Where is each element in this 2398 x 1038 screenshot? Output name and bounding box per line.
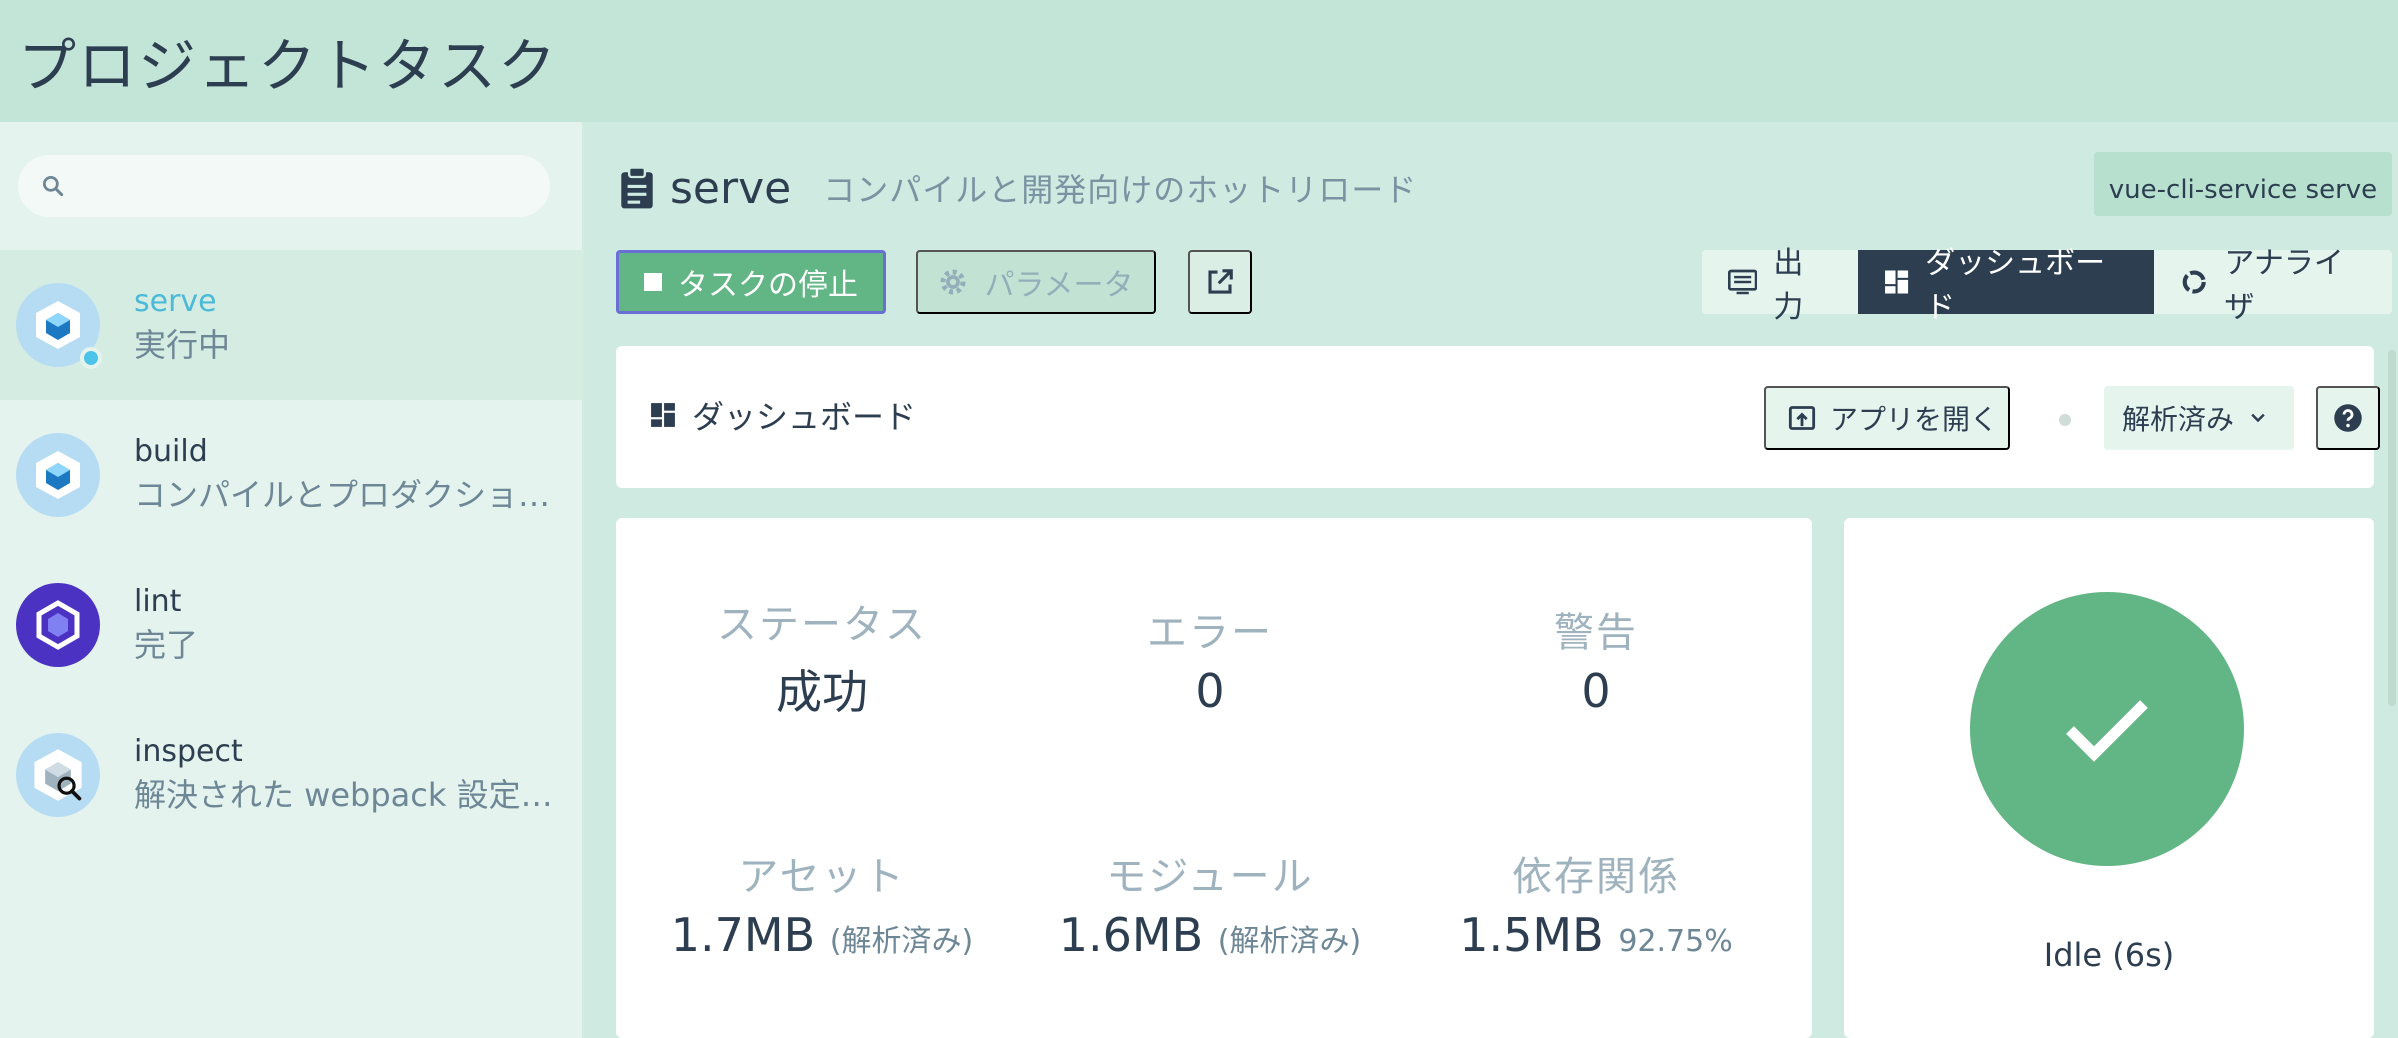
stop-icon	[644, 273, 662, 291]
task-description: 実行中	[134, 326, 231, 364]
stat-label: ステータス	[717, 602, 927, 648]
tab-output[interactable]: 出力	[1702, 246, 1858, 325]
tab-dashboard[interactable]: ダッシュボード	[1858, 246, 2154, 325]
task-name: lint	[134, 584, 182, 619]
stat-sub: (解析済み)	[1217, 924, 1362, 959]
stat-label: モジュール	[1106, 854, 1314, 900]
task-detail: serve コンパイルと開発向けのホットリロード vue-cli-service…	[586, 122, 2398, 1038]
task-description: コンパイルとプロダクション向けの最小化	[134, 476, 564, 514]
task-name: inspect	[134, 734, 243, 769]
stat-modules: モジュール 1.6MB (解析済み)	[1000, 844, 1420, 962]
inspect-icon	[16, 733, 100, 817]
task-list: serve 実行中 build コンパイルとプロダクション向けの最小化	[0, 250, 582, 850]
webpack-icon	[16, 433, 100, 517]
status-card: Idle (6s)	[1844, 518, 2374, 1038]
stop-task-button[interactable]: タスクの停止	[616, 250, 886, 314]
scrollbar[interactable]	[2388, 350, 2396, 706]
task-subtitle: コンパイルと開発向けのホットリロード	[823, 171, 1418, 209]
stat-value: 0	[1581, 664, 1611, 718]
open-external-button[interactable]	[1188, 250, 1252, 314]
build-stats-card: ステータス 成功 エラー 0 警告 0 アセット 1.7MB (解析済み) モジ…	[616, 518, 1812, 1038]
running-indicator	[80, 347, 102, 369]
stat-label: 依存関係	[1512, 854, 1680, 900]
tab-analyzer-label: アナライザ	[2224, 246, 2344, 325]
webpack-icon	[16, 283, 102, 369]
stop-task-label: タスクの停止	[678, 268, 858, 303]
stat-value: 1.7MB	[670, 908, 816, 962]
page-title: プロジェクトタスク	[18, 32, 559, 100]
dashboard-icon	[1885, 270, 1909, 294]
eslint-icon	[16, 583, 100, 667]
task-item-lint[interactable]: lint 完了	[0, 550, 582, 700]
view-switcher: 出力 ダッシュボード アナライザ	[1702, 246, 2392, 325]
search-icon	[42, 175, 64, 197]
task-description: 完了	[134, 626, 199, 664]
gear-icon	[940, 269, 966, 295]
stat-value: 0	[1195, 664, 1225, 718]
mode-select[interactable]: 解析済み	[2104, 386, 2294, 450]
sidebar: serve 実行中 build コンパイルとプロダクション向けの最小化	[0, 122, 584, 1038]
search-box[interactable]	[18, 155, 550, 217]
search-input[interactable]	[80, 155, 550, 217]
open-app-button[interactable]: アプリを開く	[1764, 386, 2010, 450]
tab-dashboard-label: ダッシュボード	[1925, 246, 2106, 325]
mode-select-value: 解析済み	[2122, 403, 2235, 436]
external-link-icon	[1208, 269, 1233, 294]
terminal-icon	[1728, 269, 1758, 295]
stat-errors: エラー 0	[1030, 600, 1390, 718]
help-icon	[2334, 404, 2362, 432]
open-in-browser-icon	[1788, 406, 1816, 430]
task-name: serve	[134, 284, 217, 319]
stat-label: 警告	[1554, 610, 1638, 656]
dashboard-heading: ダッシュボード	[650, 392, 916, 438]
chevron-down-icon	[2251, 413, 2265, 423]
stat-label: アセット	[738, 854, 906, 900]
task-item-inspect[interactable]: inspect 解決された webpack 設定の確認	[0, 700, 582, 850]
task-title: serve	[670, 162, 792, 214]
stat-sub: (解析済み)	[829, 924, 974, 959]
open-app-label: アプリを開く	[1830, 404, 1999, 435]
stat-value: 1.6MB	[1058, 908, 1204, 962]
stat-assets: アセット 1.7MB (解析済み)	[612, 844, 1032, 962]
command-badge: vue-cli-service serve	[2094, 152, 2392, 216]
task-header: serve コンパイルと開発向けのホットリロード	[618, 158, 1417, 218]
task-item-serve[interactable]: serve 実行中	[0, 250, 582, 400]
dashboard-title: ダッシュボード	[692, 398, 917, 436]
search-wrap	[0, 122, 582, 250]
help-button[interactable]	[2316, 386, 2380, 450]
parameters-label: パラメータ	[984, 268, 1134, 303]
task-description: 解決された webpack 設定の確認	[134, 776, 564, 814]
dashboard-toolbar: ダッシュボード アプリを開く 解析済み	[616, 346, 2380, 488]
idle-label: Idle (6s)	[2043, 936, 2175, 974]
stat-dependencies: 依存関係 1.5MB 92.75%	[1386, 844, 1806, 962]
top-bar: プロジェクトタスク	[0, 0, 2398, 122]
tab-output-label: 出力	[1773, 246, 1804, 325]
donut-chart-icon	[2182, 270, 2206, 294]
stat-value: 成功	[776, 665, 868, 719]
parameters-button[interactable]: パラメータ	[916, 250, 1156, 314]
task-name: build	[134, 434, 208, 469]
stat-warnings: 警告 0	[1416, 600, 1776, 718]
clipboard-icon	[621, 166, 653, 209]
stat-label: エラー	[1147, 610, 1273, 656]
stat-status: ステータス 成功	[642, 592, 1002, 722]
stat-sub: 92.75%	[1618, 924, 1733, 959]
stat-value: 1.5MB	[1459, 908, 1604, 962]
tab-analyzer[interactable]: アナライザ	[2154, 246, 2392, 325]
checkmark-icon	[2066, 700, 2148, 762]
task-item-build[interactable]: build コンパイルとプロダクション向けの最小化	[0, 400, 582, 550]
success-indicator	[1970, 592, 2244, 866]
separator-dot	[2059, 414, 2071, 426]
dashboard-icon	[651, 403, 675, 427]
